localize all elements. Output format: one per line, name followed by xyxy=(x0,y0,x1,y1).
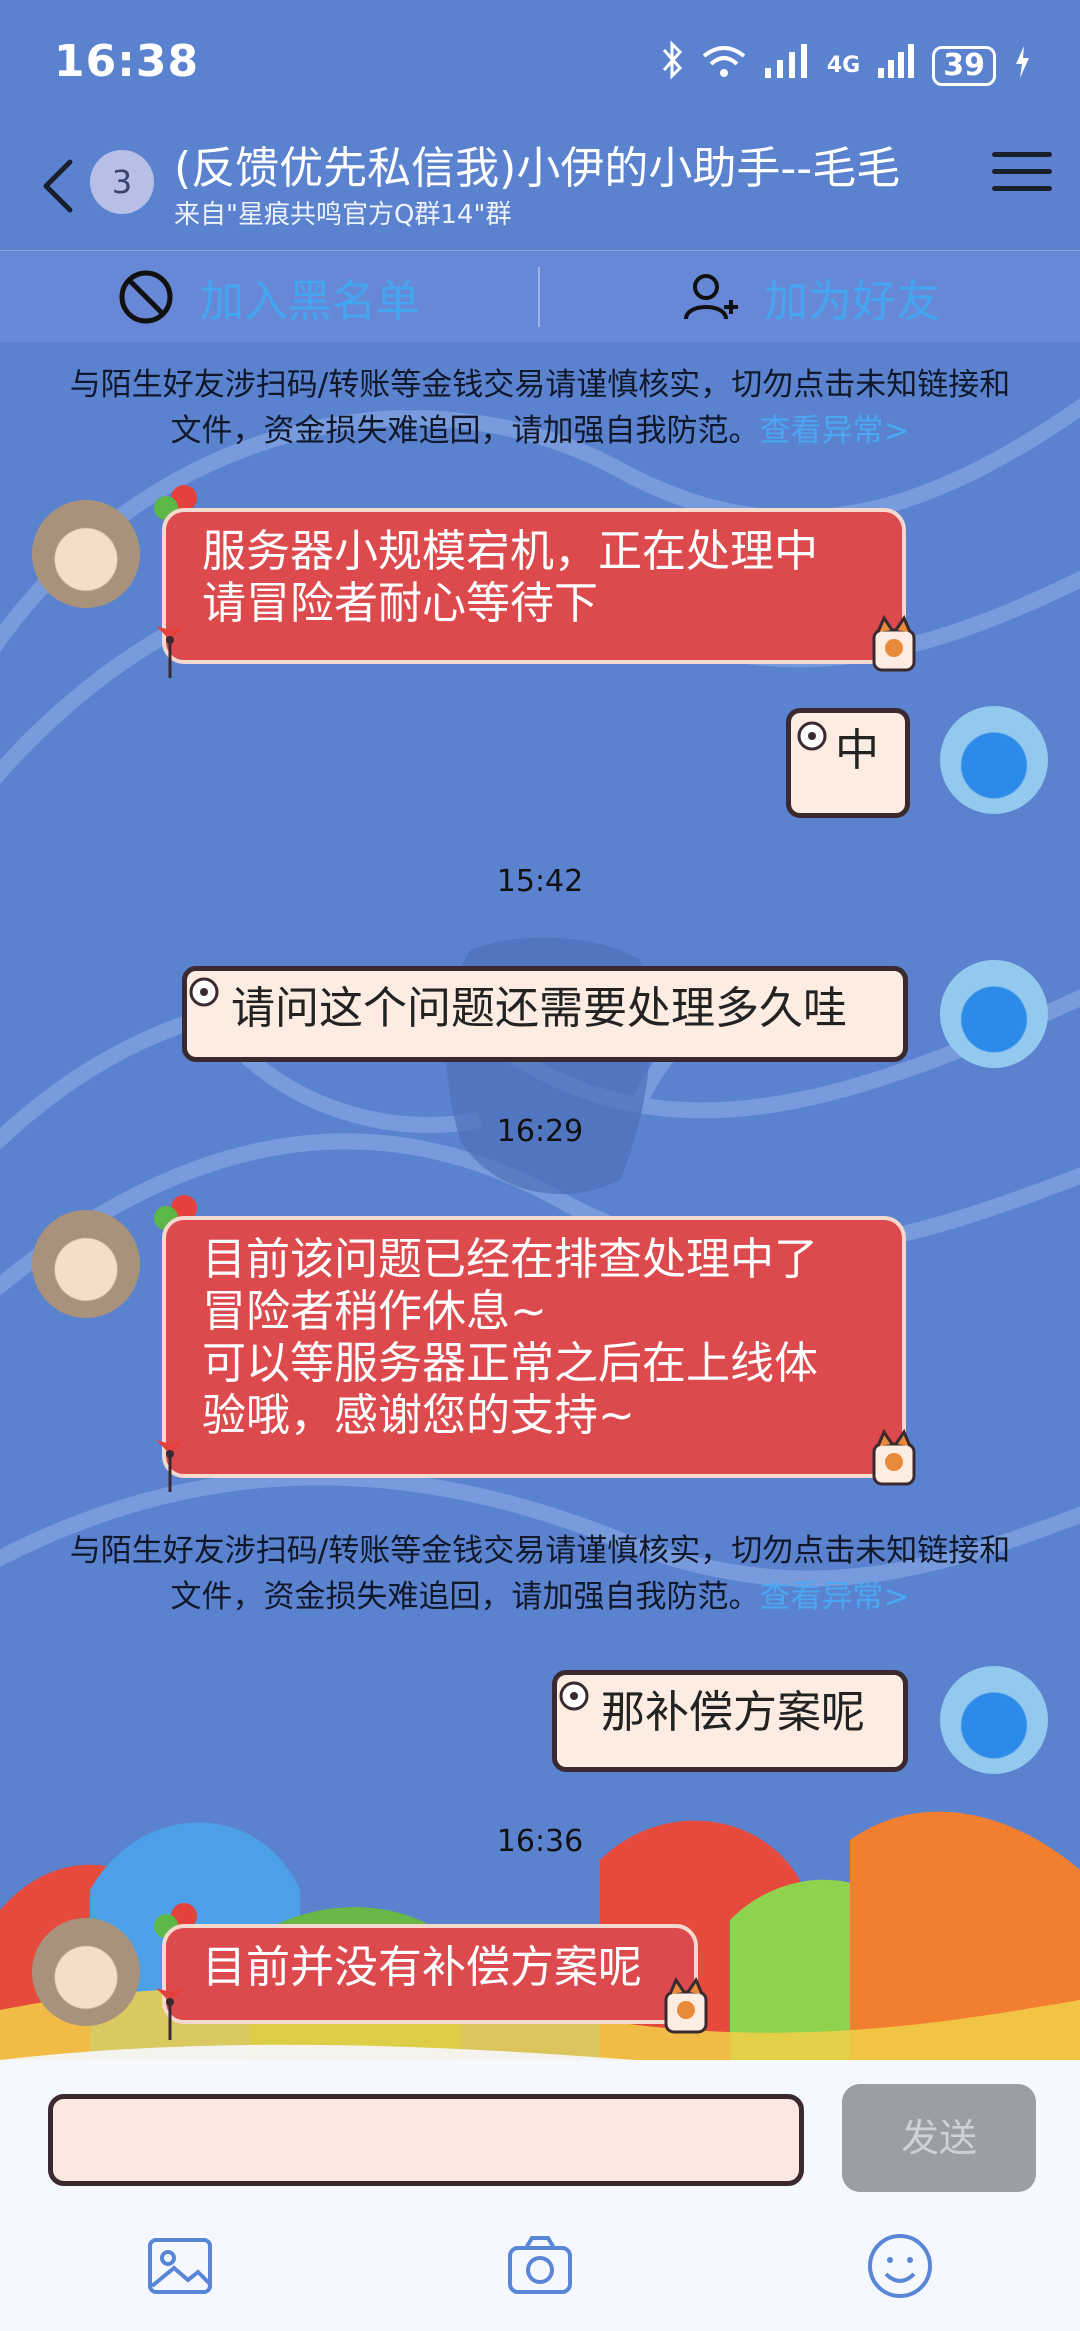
add-to-blacklist-label: 加入黑名单 xyxy=(200,276,420,327)
unread-badge[interactable]: 3 xyxy=(90,150,154,214)
message-bubble-incoming[interactable]: 目前该问题已经在排查处理中了 冒险者稍作休息~ 可以等服务器正常之后在上线体 验… xyxy=(162,1216,906,1478)
avatar[interactable] xyxy=(940,1666,1048,1774)
message-timestamp: 15:42 xyxy=(496,864,584,899)
wifi-icon xyxy=(701,40,747,91)
signal-icon-2 xyxy=(876,40,916,91)
pinwheel-icon xyxy=(156,1988,184,2040)
message-text: 请问这个问题还需要处理多久哇 xyxy=(231,983,847,1034)
cat-sticker-icon xyxy=(664,1976,708,2034)
cat-sticker-icon xyxy=(872,614,916,672)
menu-line xyxy=(992,152,1052,157)
message-text: 中 xyxy=(835,725,879,776)
safety-notice: 与陌生好友涉扫码/转账等金钱交易请谨慎核实，切勿点击未知链接和文件，资金损失难追… xyxy=(60,362,1020,454)
message-bubble-incoming[interactable]: 目前并没有补偿方案呢 xyxy=(162,1924,698,2024)
safety-notice: 与陌生好友涉扫码/转账等金钱交易请谨慎核实，切勿点击未知链接和文件，资金损失难追… xyxy=(60,1528,1020,1620)
menu-button[interactable] xyxy=(992,152,1052,212)
message-bubble-incoming[interactable]: 服务器小规模宕机，正在处理中 请冒险者耐心等待下 xyxy=(162,508,906,664)
message-bubble-outgoing[interactable]: 那补偿方案呢 xyxy=(552,1670,908,1772)
pinwheel-icon xyxy=(156,626,184,678)
image-icon xyxy=(148,2238,212,2294)
message-bubble-outgoing[interactable]: 请问这个问题还需要处理多久哇 xyxy=(182,966,908,1062)
speech-cloud-icon xyxy=(559,1681,589,1711)
battery-level: 39 xyxy=(932,45,996,86)
charging-icon xyxy=(1012,40,1032,91)
speech-cloud-icon xyxy=(797,721,827,751)
add-user-icon xyxy=(684,274,738,320)
chat-header: 3 (反馈优先私信我)小伊的小助手--毛毛 来自"星痕共鸣官方Q群14"群 xyxy=(0,120,1080,250)
status-bar: 16:38 4G 39 xyxy=(0,0,1080,120)
add-friend-button[interactable]: 加为好友 xyxy=(680,251,940,343)
camera-icon xyxy=(508,2236,572,2294)
input-area: 发送 xyxy=(0,2060,1080,2331)
message-input[interactable] xyxy=(48,2094,804,2186)
avatar[interactable] xyxy=(32,1918,140,2026)
bluetooth-icon xyxy=(659,40,685,91)
chevron-left-icon xyxy=(43,159,73,213)
message-text: 服务器小规模宕机，正在处理中 请冒险者耐心等待下 xyxy=(202,526,818,629)
chat-title[interactable]: (反馈优先私信我)小伊的小助手--毛毛 xyxy=(174,132,900,196)
avatar[interactable] xyxy=(32,500,140,608)
avatar[interactable] xyxy=(940,960,1048,1068)
block-icon xyxy=(119,270,173,324)
send-button[interactable]: 发送 xyxy=(842,2084,1036,2192)
pinwheel-icon xyxy=(156,1440,184,1492)
speech-cloud-icon xyxy=(189,977,219,1007)
add-to-blacklist-button[interactable]: 加入黑名单 xyxy=(116,251,420,343)
view-abnormal-link[interactable]: 查看异常> xyxy=(760,413,910,449)
smiley-icon xyxy=(868,2234,932,2298)
message-timestamp: 16:36 xyxy=(496,1824,584,1859)
avatar[interactable] xyxy=(32,1210,140,1318)
status-time: 16:38 xyxy=(54,36,200,87)
status-icons: 4G 39 xyxy=(659,40,1032,91)
image-button[interactable] xyxy=(144,2230,216,2302)
message-timestamp: 16:29 xyxy=(496,1114,584,1149)
stranger-action-bar: 加入黑名单 加为好友 xyxy=(0,250,1080,342)
action-divider xyxy=(538,267,540,327)
add-friend-label: 加为好友 xyxy=(764,276,940,327)
message-text: 目前并没有补偿方案呢 xyxy=(202,1942,642,1993)
camera-button[interactable] xyxy=(504,2230,576,2302)
network-type: 4G xyxy=(826,53,861,78)
signal-icon xyxy=(763,40,811,91)
message-text: 那补偿方案呢 xyxy=(601,1687,865,1738)
menu-line xyxy=(992,169,1052,174)
chat-subtitle: 来自"星痕共鸣官方Q群14"群 xyxy=(174,200,512,230)
message-text: 目前该问题已经在排查处理中了 冒险者稍作休息~ 可以等服务器正常之后在上线体 验… xyxy=(202,1234,818,1441)
cat-sticker-icon xyxy=(872,1428,916,1486)
menu-line xyxy=(992,186,1052,191)
avatar[interactable] xyxy=(940,706,1048,814)
view-abnormal-link[interactable]: 查看异常> xyxy=(760,1579,910,1615)
back-button[interactable] xyxy=(30,144,90,224)
emoji-button[interactable] xyxy=(864,2230,936,2302)
